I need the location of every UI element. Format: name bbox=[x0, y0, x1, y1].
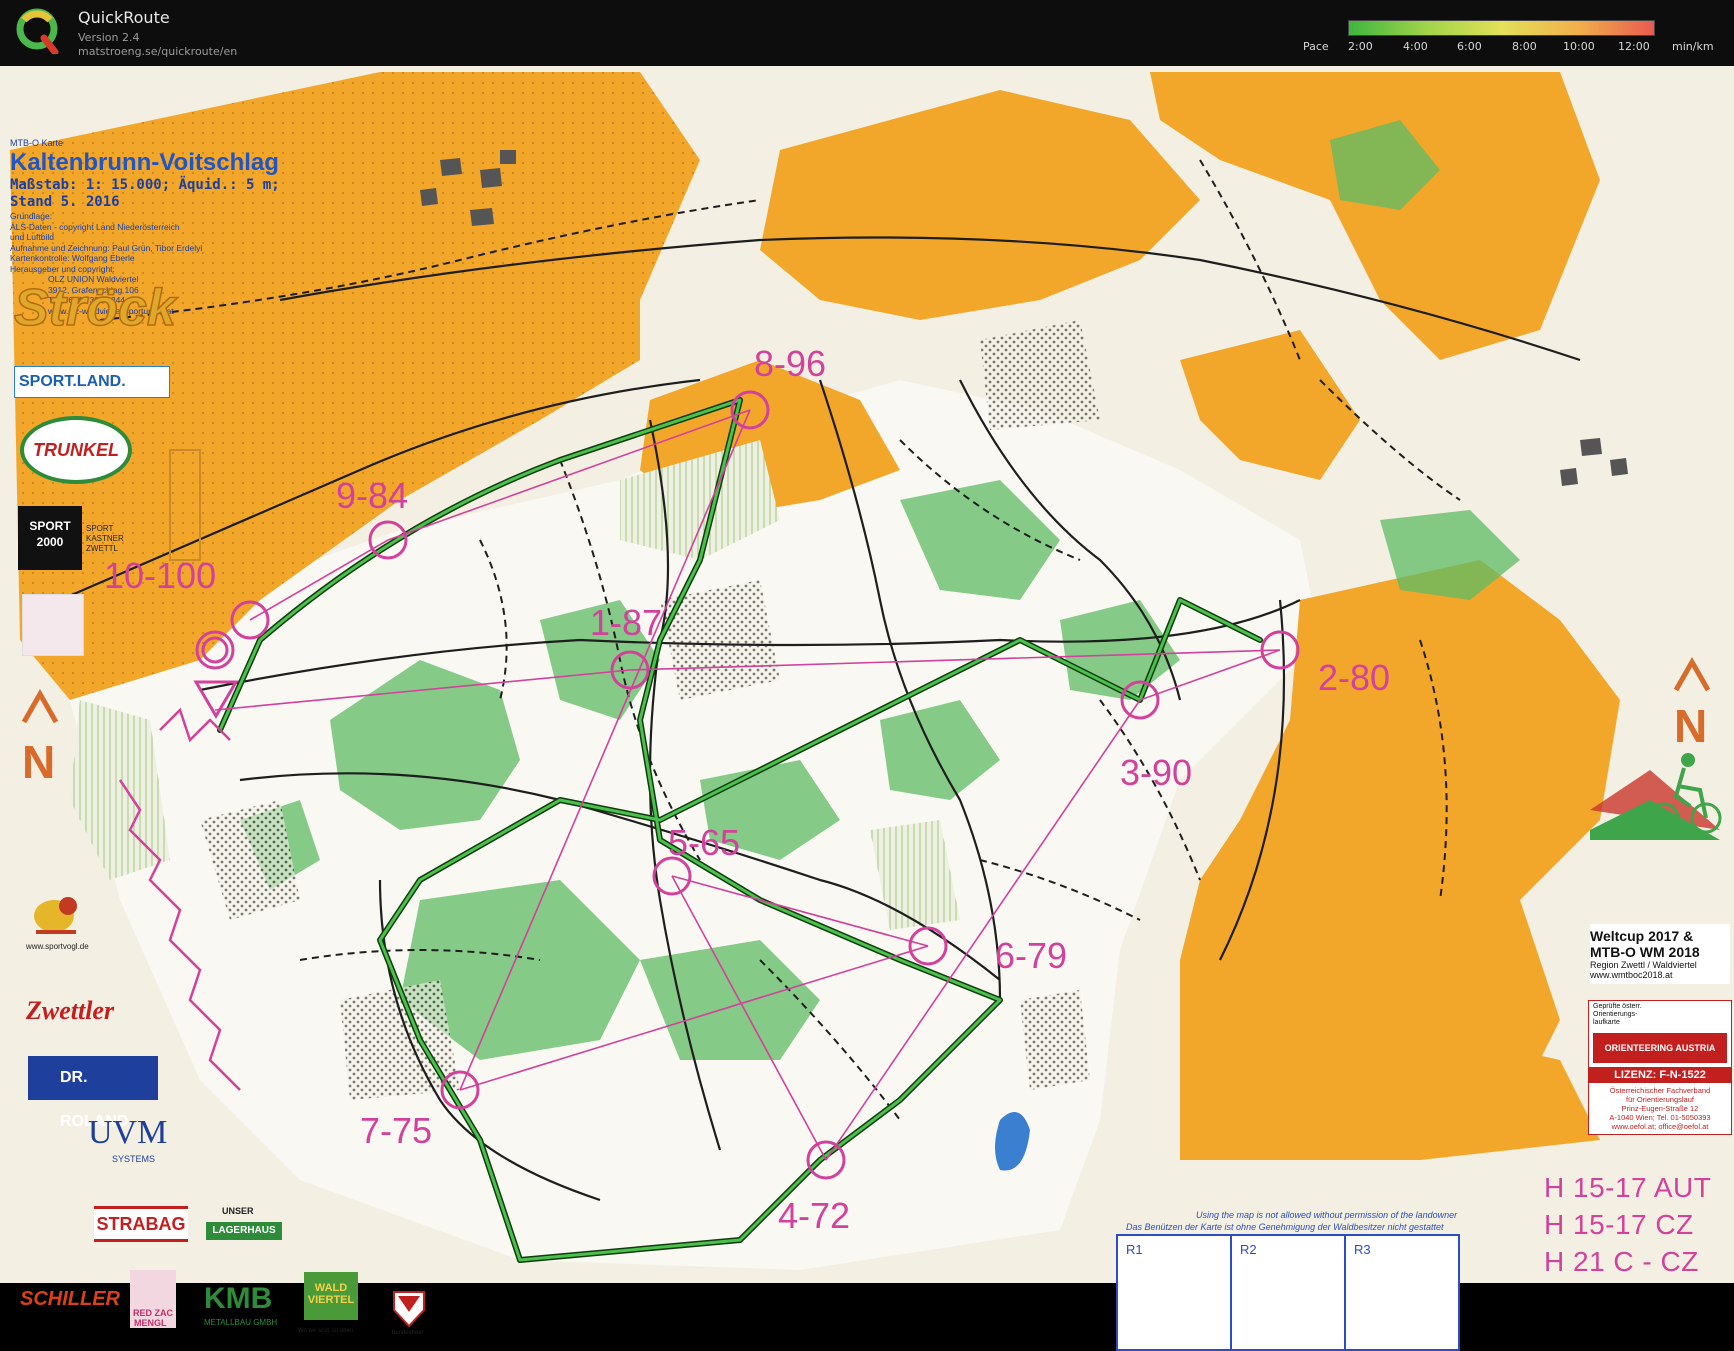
event-line-3: Region Zwettl / Waldviertel bbox=[1590, 960, 1697, 970]
result-box-r1: R1 bbox=[1116, 1234, 1232, 1351]
app-title: QuickRoute bbox=[78, 8, 170, 27]
map-notice-de: Das Benützen der Karte ist ohne Genehmig… bbox=[1126, 1222, 1444, 1232]
control-label-5: 5-65 bbox=[668, 822, 740, 863]
license-top: Geprüfte österr. Orientierungs-laufkarte bbox=[1593, 1003, 1642, 1026]
license-number: LIZENZ: F-N-1522 bbox=[1589, 1067, 1731, 1083]
sponsor-sportland-logo: SPORT.LAND. bbox=[14, 366, 170, 398]
map-type: MTB-O Karte bbox=[10, 138, 64, 148]
control-label-6: 6-79 bbox=[995, 935, 1067, 976]
control-label-7: 7-75 bbox=[360, 1110, 432, 1151]
map-info-line: ALS-Daten - copyright Land Niederösterre… bbox=[10, 221, 180, 232]
sponsor-placeholder-logo bbox=[22, 594, 84, 656]
control-label-3: 3-90 bbox=[1120, 752, 1192, 793]
pace-tick: 4:00 bbox=[1403, 40, 1428, 53]
map-info-line: und Luftbild bbox=[10, 232, 54, 242]
sponsor-stroeck-logo: Ströck bbox=[13, 278, 176, 338]
sponsor-waldviertel-logo: WALD VIERTEL bbox=[304, 1272, 358, 1320]
event-line-1: Weltcup 2017 & bbox=[1590, 928, 1694, 944]
control-label-9: 9-84 bbox=[336, 475, 408, 516]
course-class-label: H 21 C - CZ bbox=[1544, 1246, 1699, 1277]
control-label-1: 1-87 bbox=[590, 602, 662, 643]
license-line: Österreichischer Fachverband bbox=[1609, 1086, 1711, 1095]
sponsor-drroland-logo: DR. ROLAND bbox=[28, 1056, 158, 1130]
sponsor-sportvogl-url: www.sportvogl.de bbox=[26, 942, 89, 951]
control-label-10: 10-100 bbox=[104, 555, 216, 596]
sponsor-trunkel-logo: TRUNKEL bbox=[20, 416, 132, 484]
rough-area bbox=[980, 320, 1100, 430]
map-info-line: Grundlage: bbox=[10, 211, 53, 221]
orienteering-map[interactable]: 1-87 2-80 3-90 4-72 5-65 6-79 7-75 8-96 … bbox=[0, 66, 1734, 1351]
map-info-line: Herausgeber und copyright: bbox=[10, 263, 115, 274]
pace-tick: 12:00 bbox=[1618, 40, 1650, 53]
event-line-2: MTB-O WM 2018 bbox=[1590, 944, 1700, 960]
app-header: QuickRoute Version 2.4 matstroeng.se/qui… bbox=[0, 0, 1734, 67]
pace-tick: 10:00 bbox=[1563, 40, 1595, 53]
sponsor-sport2000-side: SPORT KASTNER ZWETTL bbox=[86, 524, 124, 553]
sponsor-kmb-sub: METALLBAU GMBH bbox=[204, 1318, 278, 1327]
control-label-2: 2-80 bbox=[1318, 657, 1390, 698]
pace-color-scale bbox=[1348, 20, 1655, 36]
license-line: www.oefol.at; office@oefol.at bbox=[1611, 1122, 1709, 1131]
sponsor-schiller-logo: SCHILLER bbox=[20, 1288, 120, 1310]
license-block: Geprüfte österr. Orientierungs-laufkarte… bbox=[1588, 1000, 1732, 1135]
result-box-r2: R2 bbox=[1230, 1234, 1346, 1351]
sponsor-kmb-logo: KMB bbox=[204, 1282, 273, 1315]
event-info-block: Weltcup 2017 & MTB-O WM 2018 Region Zwet… bbox=[1590, 924, 1730, 984]
map-scale: Maßstab: 1: 15.000; Äquid.: 5 m; bbox=[10, 177, 280, 193]
result-box-label: R3 bbox=[1354, 1242, 1371, 1257]
sponsor-uvm-sub: SYSTEMS bbox=[112, 1154, 156, 1164]
app-version: Version 2.4 bbox=[78, 31, 140, 44]
sponsor-sport2000-logo: SPORT 2000 bbox=[18, 506, 82, 570]
license-line: für Orientierungslauf bbox=[1626, 1095, 1694, 1104]
course-class-label: H 15-17 CZ bbox=[1544, 1209, 1694, 1240]
pace-tick: 2:00 bbox=[1348, 40, 1373, 53]
pace-label: Pace bbox=[1303, 40, 1329, 53]
sponsor-redzac-sub: MENGL bbox=[134, 1318, 167, 1328]
sponsor-strabag-logo: STRABAG bbox=[94, 1206, 188, 1242]
license-org: ORIENTEERING AUSTRIA bbox=[1593, 1033, 1727, 1063]
north-letter: N bbox=[1674, 700, 1707, 752]
sponsor-uvm-logo: UVM bbox=[88, 1114, 168, 1151]
sponsor-sportvogl-bird-icon bbox=[26, 886, 86, 940]
sponsor-bundesheer-logo bbox=[392, 1290, 426, 1330]
map-title: Kaltenbrunn-Voitschlag bbox=[10, 149, 279, 176]
map-stand: Stand 5. 2016 bbox=[10, 194, 120, 210]
sponsor-bundesheer-text: bundesheer bbox=[392, 1330, 424, 1336]
map-info-line: Aufnahme und Zeichnung: Paul Grün, Tibor… bbox=[10, 242, 203, 253]
result-box-label: R1 bbox=[1126, 1242, 1143, 1257]
sponsor-lagerhaus-logo: LAGERHAUS bbox=[206, 1222, 282, 1240]
sponsor-lagerhaus-top: UNSER bbox=[222, 1206, 254, 1216]
result-box-r3: R3 bbox=[1344, 1234, 1460, 1351]
license-line: Prinz-Eugen-Straße 12 bbox=[1621, 1104, 1699, 1113]
control-label-8: 8-96 bbox=[754, 343, 826, 384]
event-line-4: www.wmtboc2018.at bbox=[1590, 970, 1673, 980]
app-url: matstroeng.se/quickroute/en bbox=[78, 45, 238, 58]
sponsor-zwettler-logo: Zwettler bbox=[26, 996, 115, 1025]
result-box-label: R2 bbox=[1240, 1242, 1257, 1257]
north-letter: N bbox=[22, 736, 55, 788]
license-line: A-1040 Wien; Tel. 01-5050393 bbox=[1609, 1113, 1711, 1122]
rough-area bbox=[1020, 990, 1090, 1090]
pace-tick: 8:00 bbox=[1512, 40, 1537, 53]
quickroute-logo-icon bbox=[16, 8, 59, 54]
sponsor-waldviertel-sub: Wo wir sind, ist oben bbox=[298, 1328, 354, 1334]
course-class-label: H 15-17 AUT bbox=[1544, 1172, 1712, 1203]
pace-unit: min/km bbox=[1672, 40, 1714, 53]
map-info-line: Kartenkontrolle: Wolfgang Eberle bbox=[10, 253, 135, 263]
map-notice-en: Using the map is not allowed without per… bbox=[1196, 1210, 1458, 1220]
pace-tick: 6:00 bbox=[1457, 40, 1482, 53]
control-label-4: 4-72 bbox=[778, 1195, 850, 1236]
